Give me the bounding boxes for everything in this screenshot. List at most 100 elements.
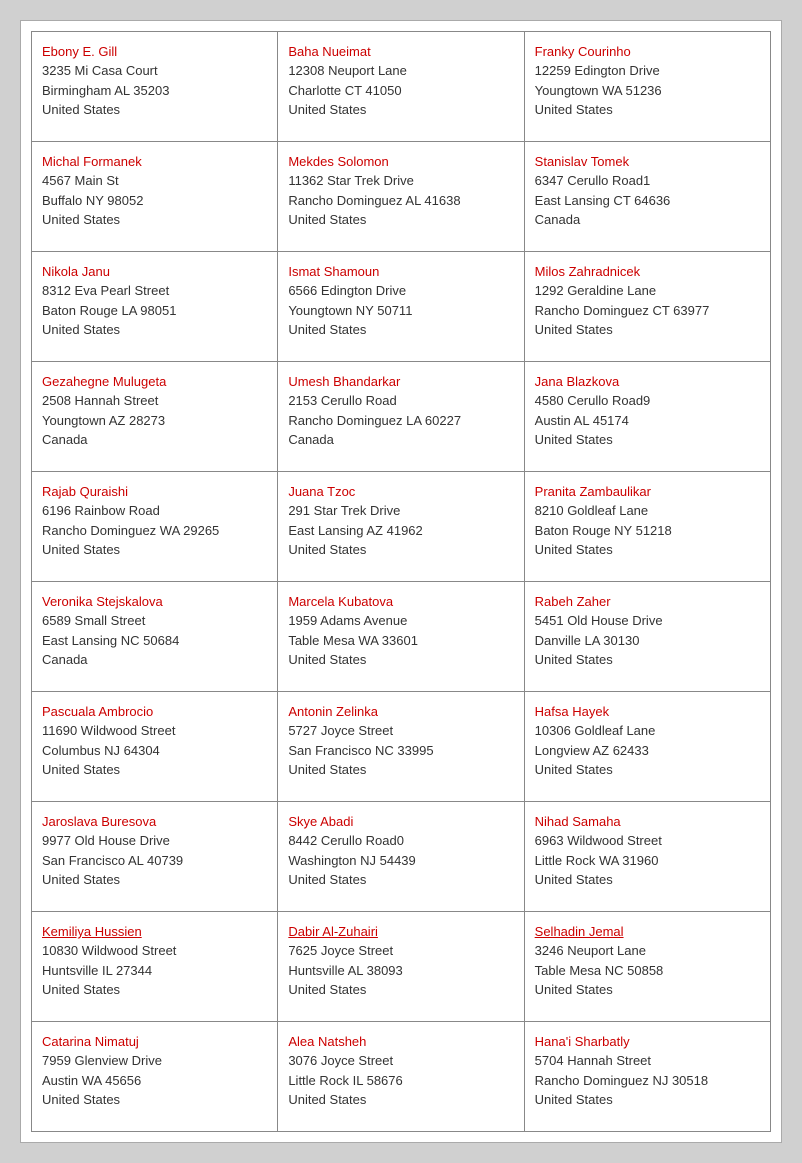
address-line: 8442 Cerullo Road0 [288,831,513,851]
address-cell: Franky Courinho12259 Edington DriveYoung… [525,32,771,142]
person-name: Juana Tzoc [288,484,513,499]
address-line: East Lansing AZ 41962 [288,521,513,541]
address-line: United States [42,540,267,560]
address-line: 6347 Cerullo Road1 [535,171,760,191]
address-line: 5727 Joyce Street [288,721,513,741]
address-line: 12308 Neuport Lane [288,61,513,81]
address-line: United States [535,980,760,1000]
address-line: 6589 Small Street [42,611,267,631]
address-line: 8210 Goldleaf Lane [535,501,760,521]
address-cell: Pascuala Ambrocio11690 Wildwood StreetCo… [32,692,278,802]
person-name: Pascuala Ambrocio [42,704,267,719]
address-line: Baton Rouge LA 98051 [42,301,267,321]
address-line: United States [288,100,513,120]
person-name: Rajab Quraishi [42,484,267,499]
address-line: Little Rock IL 58676 [288,1071,513,1091]
person-name: Veronika Stejskalova [42,594,267,609]
address-line: United States [42,320,267,340]
person-name: Selhadin Jemal [535,924,760,939]
person-name: Skye Abadi [288,814,513,829]
address-line: 7625 Joyce Street [288,941,513,961]
address-line: Rancho Dominguez LA 60227 [288,411,513,431]
address-line: Buffalo NY 98052 [42,191,267,211]
address-line: 3076 Joyce Street [288,1051,513,1071]
address-cell: Hafsa Hayek10306 Goldleaf LaneLongview A… [525,692,771,802]
address-cell: Kemiliya Hussien10830 Wildwood StreetHun… [32,912,278,1022]
address-line: 10306 Goldleaf Lane [535,721,760,741]
person-name: Jaroslava Buresova [42,814,267,829]
address-line: Austin AL 45174 [535,411,760,431]
address-line: Table Mesa WA 33601 [288,631,513,651]
address-line: Austin WA 45656 [42,1071,267,1091]
address-cell: Stanislav Tomek6347 Cerullo Road1East La… [525,142,771,252]
address-line: 12259 Edington Drive [535,61,760,81]
address-line: United States [288,650,513,670]
address-line: United States [42,870,267,890]
address-cell: Rajab Quraishi 6196 Rainbow RoadRancho Do… [32,472,278,582]
address-line: Rancho Dominguez AL 41638 [288,191,513,211]
address-cell: Umesh Bhandarkar 2153 Cerullo RoadRancho … [278,362,524,472]
person-name: Dabir Al-Zuhairi [288,924,513,939]
address-line: 6566 Edington Drive [288,281,513,301]
address-line: East Lansing NC 50684 [42,631,267,651]
address-line: Rancho Dominguez CT 63977 [535,301,760,321]
address-line: 4580 Cerullo Road9 [535,391,760,411]
person-name: Baha Nueimat [288,44,513,59]
address-line: 6196 Rainbow Road [42,501,267,521]
address-line: Youngtown WA 51236 [535,81,760,101]
person-name: Milos Zahradnicek [535,264,760,279]
address-line: 5704 Hannah Street [535,1051,760,1071]
address-line: Charlotte CT 41050 [288,81,513,101]
address-line: Huntsville IL 27344 [42,961,267,981]
address-cell: Selhadin Jemal3246 Neuport LaneTable Mes… [525,912,771,1022]
address-line: Longview AZ 62433 [535,741,760,761]
address-line: United States [535,650,760,670]
address-line: Canada [42,650,267,670]
address-cell: Hana'i Sharbatly5704 Hannah StreetRancho… [525,1022,771,1132]
address-line: Rancho Dominguez WA 29265 [42,521,267,541]
person-name: Catarina Nimatuj [42,1034,267,1049]
address-line: Baton Rouge NY 51218 [535,521,760,541]
address-cell: Catarina Nimatuj 7959 Glenview DriveAusti… [32,1022,278,1132]
address-line: 5451 Old House Drive [535,611,760,631]
address-line: 9977 Old House Drive [42,831,267,851]
address-cell: Veronika Stejskalova 6589 Small StreetEas… [32,582,278,692]
address-line: East Lansing CT 64636 [535,191,760,211]
address-line: United States [42,1090,267,1110]
person-name: Rabeh Zaher [535,594,760,609]
address-line: Canada [535,210,760,230]
address-line: United States [535,100,760,120]
address-line: 7959 Glenview Drive [42,1051,267,1071]
address-cell: Michal Formanek4567 Main StBuffalo NY 98… [32,142,278,252]
address-line: Table Mesa NC 50858 [535,961,760,981]
address-line: Washington NJ 54439 [288,851,513,871]
address-line: 2153 Cerullo Road [288,391,513,411]
address-cell: Rabeh Zaher 5451 Old House DriveDanville … [525,582,771,692]
address-line: United States [288,540,513,560]
address-cell: Gezahegne Mulugeta2508 Hannah StreetYoun… [32,362,278,472]
person-name: Gezahegne Mulugeta [42,374,267,389]
address-line: United States [288,980,513,1000]
address-cell: Jana Blazkova 4580 Cerullo Road9Austin AL… [525,362,771,472]
address-line: United States [42,980,267,1000]
address-line: United States [42,100,267,120]
person-name: Jana Blazkova [535,374,760,389]
address-cell: Ebony E. Gill3235 Mi Casa CourtBirmingha… [32,32,278,142]
address-line: Canada [42,430,267,450]
address-line: Danville LA 30130 [535,631,760,651]
address-line: Huntsville AL 38093 [288,961,513,981]
address-line: San Francisco AL 40739 [42,851,267,871]
address-line: Columbus NJ 64304 [42,741,267,761]
person-name: Kemiliya Hussien [42,924,267,939]
address-line: United States [535,870,760,890]
person-name: Umesh Bhandarkar [288,374,513,389]
address-line: 4567 Main St [42,171,267,191]
address-line: United States [288,320,513,340]
person-name: Pranita Zambaulikar [535,484,760,499]
address-line: 1959 Adams Avenue [288,611,513,631]
person-name: Ismat Shamoun [288,264,513,279]
address-line: San Francisco NC 33995 [288,741,513,761]
address-line: United States [288,760,513,780]
address-cell: Antonin Zelinka5727 Joyce StreetSan Fran… [278,692,524,802]
person-name: Marcela Kubatova [288,594,513,609]
